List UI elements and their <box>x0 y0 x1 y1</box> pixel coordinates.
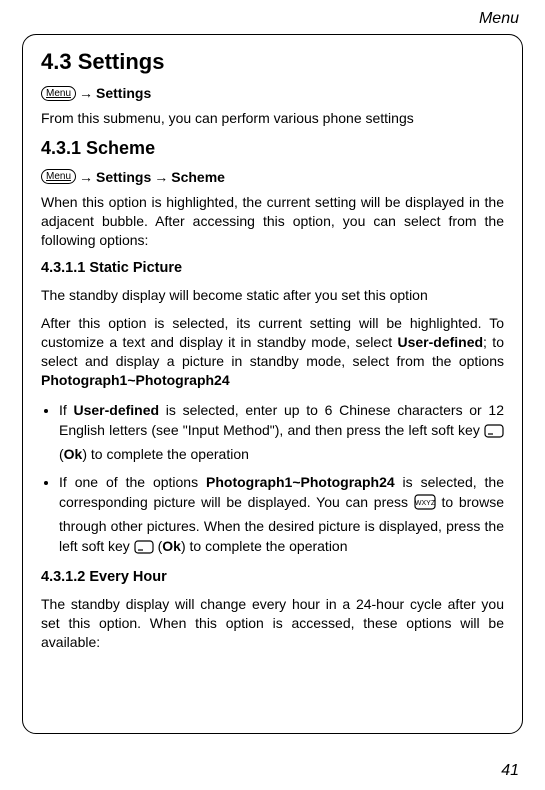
bold-text: Photograph1~Photograph24 <box>206 474 395 490</box>
arrow-icon: → <box>154 169 168 185</box>
nav-item: Settings <box>96 169 151 185</box>
softkey-icon <box>134 539 154 559</box>
paragraph: When this option is highlighted, the cur… <box>41 193 504 250</box>
nav-path-settings: Menu → Settings <box>41 85 504 101</box>
heading-settings: 4.3 Settings <box>41 49 504 75</box>
text-span: ( <box>154 538 163 554</box>
list-item: If User-defined is selected, enter up to… <box>59 400 504 464</box>
bold-text: Photograph1~Photograph24 <box>41 372 230 388</box>
heading-every-hour: 4.3.1.2 Every Hour <box>41 569 504 585</box>
bold-text: User-defined <box>397 334 483 350</box>
nav-path-scheme: Menu → Settings → Scheme <box>41 169 504 185</box>
menu-icon: Menu <box>41 169 76 184</box>
bold-text: Ok <box>64 446 83 462</box>
option-list: If User-defined is selected, enter up to… <box>41 400 504 559</box>
svg-text:WXYZ: WXYZ <box>415 500 436 507</box>
paragraph: The standby display will change every ho… <box>41 595 504 652</box>
text-span: ) to complete the operation <box>181 538 348 554</box>
arrow-icon: → <box>79 85 93 101</box>
paragraph: The standby display will become static a… <box>41 286 504 305</box>
bold-text: User-defined <box>74 402 160 418</box>
text-span: If one of the options <box>59 474 206 490</box>
page-number: 41 <box>501 762 519 780</box>
menu-icon: Menu <box>41 86 76 101</box>
heading-static-picture: 4.3.1.1 Static Picture <box>41 260 504 276</box>
list-item: If one of the options Photograph1~Photog… <box>59 472 504 559</box>
arrow-icon: → <box>79 169 93 185</box>
softkey-icon <box>484 423 504 443</box>
bold-text: Ok <box>162 538 181 554</box>
text-span: ) to complete the operation <box>82 446 249 462</box>
paragraph: From this submenu, you can perform vario… <box>41 109 504 128</box>
heading-scheme: 4.3.1 Scheme <box>41 138 504 159</box>
content-frame: 4.3 Settings Menu → Settings From this s… <box>22 34 523 734</box>
browse-icon: WXYZ <box>414 494 436 515</box>
nav-item: Settings <box>96 85 151 101</box>
text-span: If <box>59 402 74 418</box>
page-header: Menu <box>22 10 523 28</box>
page: Menu 4.3 Settings Menu → Settings From t… <box>0 0 545 790</box>
nav-item: Scheme <box>171 169 225 185</box>
paragraph: After this option is selected, its curre… <box>41 314 504 390</box>
